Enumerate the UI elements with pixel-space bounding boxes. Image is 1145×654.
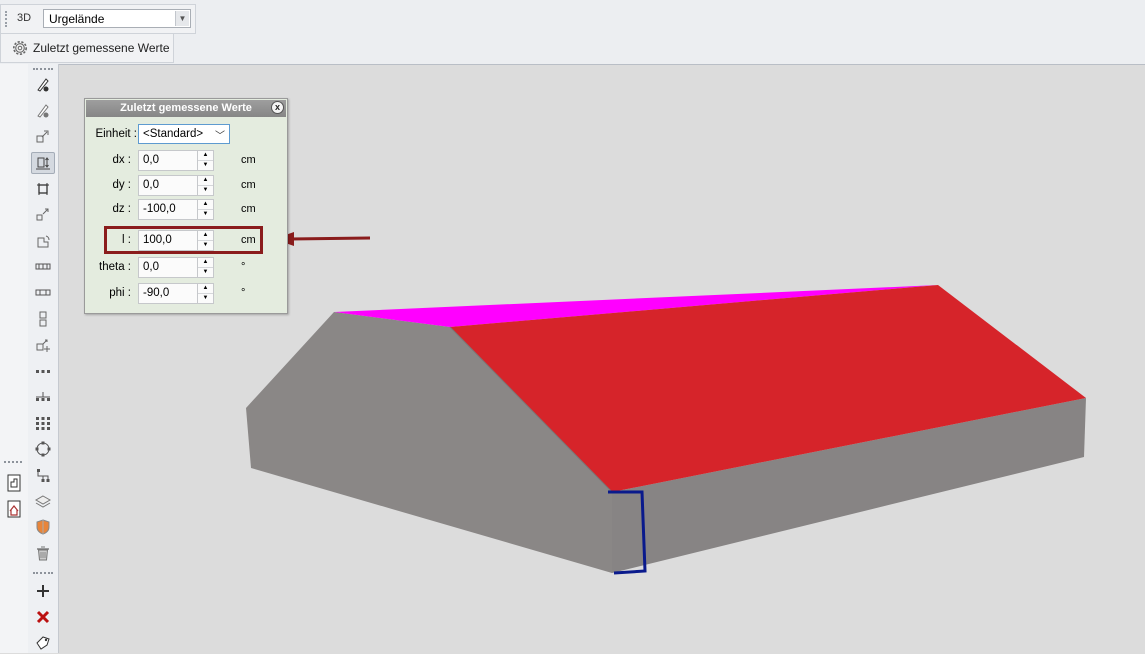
close-icon[interactable]: x [271,101,284,114]
field-value: 0,0 [143,154,159,166]
spin-up-icon[interactable]: ▲ [198,258,213,267]
field-value: 0,0 [143,179,159,191]
spin-buttons[interactable]: ▲ ▼ [197,284,213,303]
phi-input[interactable]: -90,0 ▲ ▼ [138,283,214,304]
unit-label: Einheit : [95,128,137,140]
field-row-dz: dz : -100,0 ▲ ▼ cm [85,199,289,221]
unit-select-value: <Standard> [143,128,204,140]
field-row-dy: dy : 0,0 ▲ ▼ cm [85,175,289,197]
spin-buttons[interactable]: ▲ ▼ [197,176,213,195]
annotation-highlight-box [104,226,263,254]
field-value: -100,0 [143,203,176,215]
field-unit: cm [241,203,256,215]
spin-buttons[interactable]: ▲ ▼ [197,151,213,170]
spin-up-icon[interactable]: ▲ [198,284,213,293]
dialog-title[interactable]: Zuletzt gemessene Werte [86,100,286,117]
field-label: dy : [112,179,131,191]
spin-up-icon[interactable]: ▲ [198,176,213,185]
measured-values-dialog: Zuletzt gemessene Werte x Einheit : <Sta… [84,98,288,314]
spin-down-icon[interactable]: ▼ [198,267,213,277]
field-unit: ° [241,287,246,299]
dx-input[interactable]: 0,0 ▲ ▼ [138,150,214,171]
spin-up-icon[interactable]: ▲ [198,200,213,209]
field-value: -90,0 [143,287,170,299]
field-label: phi : [109,287,131,299]
theta-input[interactable]: 0,0 ▲ ▼ [138,257,214,278]
field-row-theta: theta : 0,0 ▲ ▼ ° [85,257,289,279]
spin-up-icon[interactable]: ▲ [198,151,213,160]
field-unit: cm [241,179,256,191]
spin-down-icon[interactable]: ▼ [198,185,213,195]
unit-select[interactable]: <Standard> ﹀ [138,124,230,144]
unit-row: Einheit : <Standard> ﹀ [85,124,289,146]
field-unit: cm [241,154,256,166]
field-label: dz : [112,203,131,215]
field-row-dx: dx : 0,0 ▲ ▼ cm [85,150,289,172]
spin-buttons[interactable]: ▲ ▼ [197,200,213,219]
spin-buttons[interactable]: ▲ ▼ [197,258,213,277]
spin-down-icon[interactable]: ▼ [198,209,213,219]
spin-down-icon[interactable]: ▼ [198,160,213,170]
spin-down-icon[interactable]: ▼ [198,293,213,303]
field-value: 0,0 [143,261,159,273]
annotation-arrow [289,236,371,241]
dy-input[interactable]: 0,0 ▲ ▼ [138,175,214,196]
dz-input[interactable]: -100,0 ▲ ▼ [138,199,214,220]
chevron-down-icon[interactable]: ﹀ [215,127,225,142]
field-row-phi: phi : -90,0 ▲ ▼ ° [85,283,289,305]
field-label: dx : [112,154,131,166]
field-unit: ° [241,261,246,273]
field-label: theta : [99,261,131,273]
